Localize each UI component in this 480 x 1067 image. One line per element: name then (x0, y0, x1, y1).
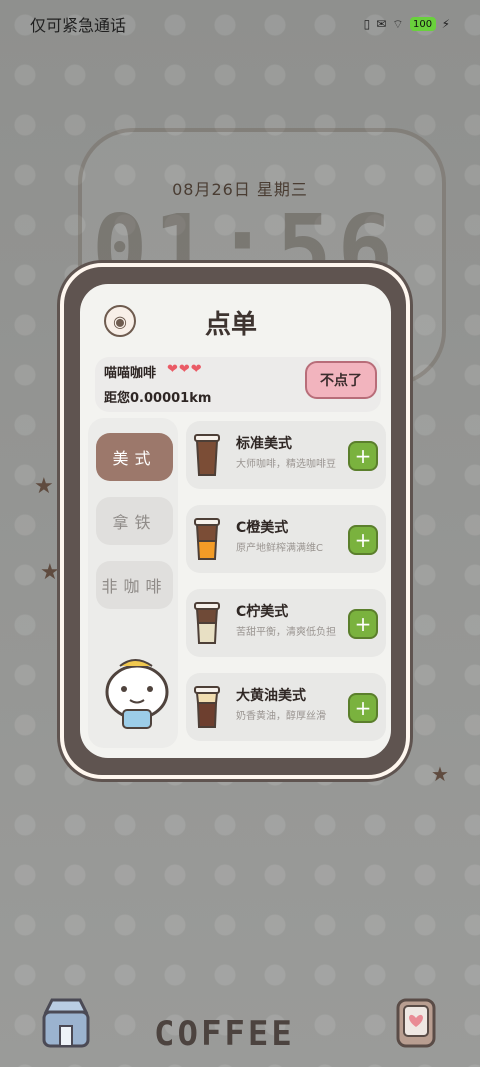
rating-hearts: ❤❤❤ (167, 362, 203, 377)
item-title: C橙美式 (236, 520, 289, 536)
wifi-icon: ⌔ (392, 16, 404, 31)
product-item-orange-americano[interactable]: C橙美式 原产地鲜榨满满维C + (186, 505, 386, 573)
monkey-avatar-icon[interactable]: ◉ (104, 305, 136, 337)
item-description: 原产地鲜榨满满维C (236, 543, 323, 554)
charging-icon: ⚡ (441, 17, 450, 31)
item-title: C柠美式 (236, 604, 289, 620)
category-non-coffee[interactable]: 非咖啡 (96, 561, 173, 609)
store-name: 喵喵咖啡 (104, 366, 157, 381)
product-item-standard-americano[interactable]: 标准美式 大师咖啡，精选咖啡豆 + (186, 421, 386, 489)
plus-icon[interactable]: + (348, 693, 378, 723)
star-icon: ★ (431, 762, 449, 786)
battery-level: 100 (413, 18, 433, 30)
coffee-cup-icon (194, 518, 220, 560)
item-description: 大师咖啡，精选咖啡豆 (236, 459, 336, 470)
coffee-dock-label: COFFEE (154, 1014, 295, 1054)
category-latte[interactable]: 拿铁 (96, 497, 173, 545)
bear-mascot (105, 659, 169, 729)
star-icon: ★ (34, 474, 54, 499)
category-americano[interactable]: 美式 (96, 433, 173, 481)
not-order-button[interactable]: 不点了 (305, 361, 377, 399)
item-title: 标准美式 (236, 436, 292, 452)
plus-icon[interactable]: + (348, 441, 378, 471)
sim-icon: ✉ (376, 17, 387, 31)
product-item-butter-americano[interactable]: 大黄油美式 奶香黄油，醇厚丝滑 + (186, 673, 386, 741)
star-icon: ★ (40, 560, 60, 585)
phone-app-icon[interactable] (390, 996, 442, 1050)
battery-icon: 100 (409, 17, 436, 31)
coffee-cup-icon (194, 434, 220, 476)
item-title: 大黄油美式 (236, 688, 306, 704)
plus-icon[interactable]: + (348, 525, 378, 555)
status-bar: 仅可紧急通话 ▯ ✉ ⌔ 100 ⚡ (0, 0, 480, 48)
plus-icon[interactable]: + (348, 609, 378, 639)
coffee-cup-icon (194, 602, 220, 644)
store-app-icon[interactable] (40, 994, 92, 1052)
status-icons: ▯ ✉ ⌔ 100 ⚡ (364, 17, 450, 32)
page-title: 点单 (205, 310, 258, 340)
emergency-call-text: 仅可紧急通话 (30, 16, 127, 35)
store-distance: 距您0.00001km (104, 391, 212, 406)
item-description: 苦甜平衡，清爽低负担 (236, 627, 336, 638)
item-description: 奶香黄油，醇厚丝滑 (236, 711, 326, 722)
vibrate-icon: ▯ (363, 17, 371, 31)
coffee-cup-icon (194, 686, 220, 728)
product-item-lemon-americano[interactable]: C柠美式 苦甜平衡，清爽低负担 + (186, 589, 386, 657)
